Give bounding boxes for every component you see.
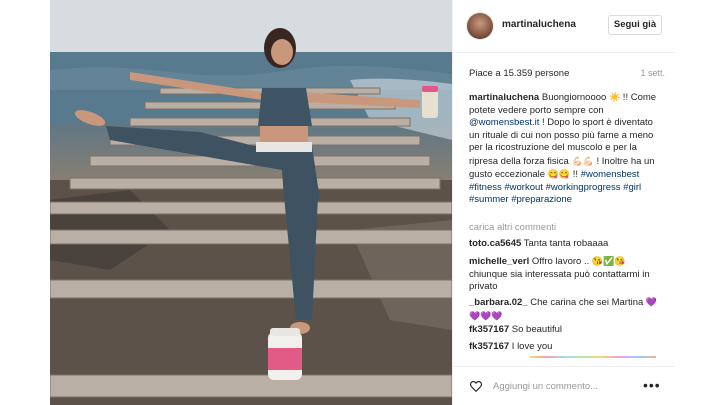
comment-username[interactable]: fk357167 bbox=[469, 341, 509, 352]
smile-emoji-icon: 😋😋 bbox=[547, 169, 571, 179]
post-username[interactable]: martinaluchena bbox=[502, 19, 576, 30]
comment-username[interactable]: fk357167 bbox=[469, 324, 509, 335]
emoji-strip-decoration bbox=[530, 356, 656, 358]
post-header: martinaluchena Segui già bbox=[453, 0, 675, 53]
caption-mention[interactable]: @womensbest.it bbox=[469, 117, 539, 128]
comment-text: Che carina che sei Martina bbox=[527, 297, 646, 308]
more-options-icon[interactable]: ••• bbox=[643, 378, 661, 392]
load-more-comments[interactable]: carica altri commenti bbox=[469, 222, 556, 233]
comment-3: _barbara.02_ Che carina che sei Martina … bbox=[469, 296, 663, 323]
comment-text: I love you bbox=[509, 341, 553, 352]
comment-text-after: chiunque sia interessata può contattarmi… bbox=[469, 268, 650, 293]
post-caption: martinaluchena Buongiornoooo ☀️ !! Come … bbox=[469, 91, 663, 207]
comment-username[interactable]: toto.ca5645 bbox=[469, 238, 521, 249]
sun-emoji-icon: ☀️ bbox=[608, 92, 621, 102]
comment-text: Offro lavoro .. bbox=[529, 256, 592, 267]
caption-text-5: !! bbox=[570, 169, 581, 180]
comment-5: fk357167 I love you bbox=[469, 341, 663, 354]
avatar[interactable] bbox=[467, 13, 493, 39]
post-photo[interactable] bbox=[50, 0, 452, 405]
comment-4: fk357167 So beautiful bbox=[469, 324, 663, 337]
post-sidebar: martinaluchena Segui già Piace a 15.359 … bbox=[452, 0, 675, 405]
photo-illustration bbox=[50, 0, 452, 405]
likes-row: Piace a 15.359 persone 1 sett. bbox=[469, 68, 665, 82]
comment-text: So beautiful bbox=[509, 324, 562, 335]
emoji-icon: 😘✅😘 bbox=[591, 256, 626, 266]
caption-username[interactable]: martinaluchena bbox=[469, 92, 539, 103]
add-comment-row: ••• bbox=[453, 366, 675, 403]
comment-username[interactable]: _barbara.02_ bbox=[469, 297, 528, 308]
comment-username[interactable]: michelle_verl bbox=[469, 256, 529, 267]
caption-text-1: Buongiornoooo bbox=[539, 92, 609, 103]
add-comment-input[interactable] bbox=[493, 378, 623, 394]
heart-outline-icon[interactable] bbox=[469, 379, 483, 393]
comment-1: toto.ca5645 Tanta tanta robaaaa bbox=[469, 238, 663, 251]
follow-button[interactable]: Segui già bbox=[608, 15, 662, 35]
strong-arm-emoji-icon: 💪🏻💪🏻 bbox=[571, 155, 594, 166]
likes-count[interactable]: Piace a 15.359 persone bbox=[469, 68, 569, 79]
comment-text: Tanta tanta robaaaa bbox=[521, 238, 609, 249]
comment-2: michelle_verl Offro lavoro .. 😘✅😘 chiunq… bbox=[469, 255, 663, 294]
post-time[interactable]: 1 sett. bbox=[640, 68, 665, 78]
